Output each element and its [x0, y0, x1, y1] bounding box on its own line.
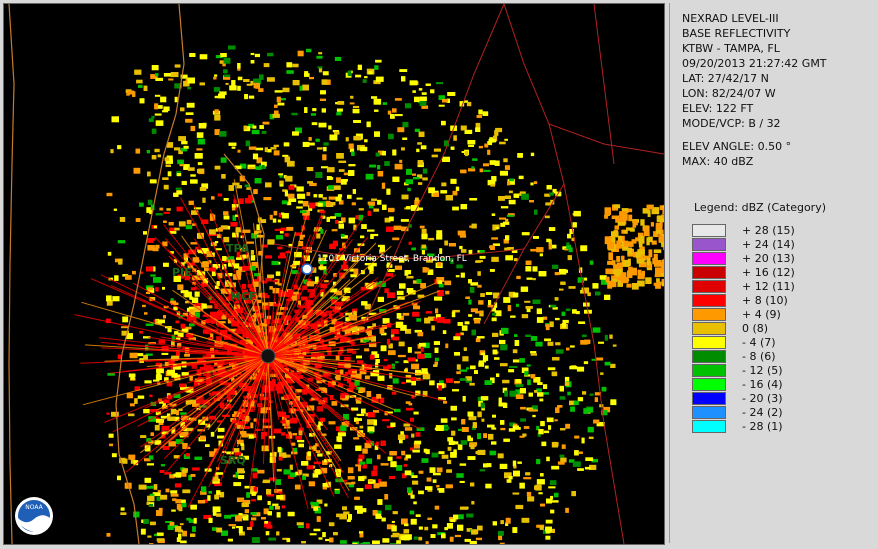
scan-datetime: 09/20/2013 21:27:42 GMT — [682, 57, 827, 70]
product-type: BASE REFLECTIVITY — [682, 27, 791, 40]
legend-swatch — [692, 280, 726, 293]
info-panel: NEXRAD LEVEL-III BASE REFLECTIVITY KTBW … — [669, 3, 874, 543]
legend-label: + 4 (9) — [742, 308, 781, 321]
legend-item: + 28 (15) — [692, 224, 862, 238]
legend-label: + 24 (14) — [742, 238, 795, 251]
legend-label: - 16 (4) — [742, 378, 783, 391]
station-lat: LAT: 27/42/17 N — [682, 72, 769, 85]
legend-swatch — [692, 350, 726, 363]
product-name: NEXRAD LEVEL-III — [682, 12, 779, 25]
legend-label: - 12 (5) — [742, 364, 783, 377]
legend-label: - 24 (2) — [742, 406, 783, 419]
legend-swatch — [692, 336, 726, 349]
legend-swatch — [692, 392, 726, 405]
city-label-srq: SRQ — [220, 454, 246, 467]
legend-label: + 8 (10) — [742, 294, 788, 307]
radar-map[interactable]: TPA PIE MCF SRQ 1101 Victoria Street, Br… — [3, 3, 665, 545]
legend-item: + 12 (11) — [692, 280, 862, 294]
city-label-mcf: MCF — [230, 290, 257, 303]
legend-label: - 20 (3) — [742, 392, 783, 405]
legend-label: + 20 (13) — [742, 252, 795, 265]
legend-swatch — [692, 294, 726, 307]
legend-item: 0 (8) — [692, 322, 862, 336]
mode-vcp: MODE/VCP: B / 32 — [682, 117, 781, 130]
legend-swatch — [692, 378, 726, 391]
legend-swatch — [692, 406, 726, 419]
legend-swatch — [692, 224, 726, 237]
station-name: KTBW - TAMPA, FL — [682, 42, 780, 55]
legend-swatch — [692, 266, 726, 279]
elev-angle: ELEV ANGLE: 0.50 ° — [682, 140, 792, 153]
legend-swatch — [692, 364, 726, 377]
legend-label: + 28 (15) — [742, 224, 795, 237]
legend-item: + 8 (10) — [692, 294, 862, 308]
legend-item: - 16 (4) — [692, 378, 862, 392]
noaa-logo: NOAA — [15, 497, 53, 535]
legend-label: - 28 (1) — [742, 420, 783, 433]
legend-label: + 16 (12) — [742, 266, 795, 279]
legend-swatch — [692, 308, 726, 321]
legend-item: + 4 (9) — [692, 308, 862, 322]
legend-item: - 8 (6) — [692, 350, 862, 364]
station-lon: LON: 82/24/07 W — [682, 87, 776, 100]
city-label-tpa: TPA — [226, 242, 250, 255]
legend-item: - 24 (2) — [692, 406, 862, 420]
legend-item: - 12 (5) — [692, 364, 862, 378]
radar-site-icon — [260, 348, 276, 364]
legend-item: + 16 (12) — [692, 266, 862, 280]
station-elev: ELEV: 122 FT — [682, 102, 754, 115]
location-pin-icon[interactable] — [301, 263, 313, 275]
legend-label: + 12 (11) — [742, 280, 795, 293]
legend-swatch — [692, 322, 726, 335]
max-dbz: MAX: 40 dBZ — [682, 155, 754, 168]
legend-swatch — [692, 420, 726, 433]
legend-item: + 20 (13) — [692, 252, 862, 266]
legend-label: 0 (8) — [742, 322, 769, 335]
legend-item: - 28 (1) — [692, 420, 862, 434]
legend-swatch — [692, 238, 726, 251]
legend-label: - 4 (7) — [742, 336, 776, 349]
legend-title: Legend: dBZ (Category) — [694, 201, 826, 214]
legend-item: - 4 (7) — [692, 336, 862, 350]
location-address-label: 1101 Victoria Street, Brandon, FL — [317, 254, 467, 264]
city-label-pie: PIE — [172, 266, 192, 279]
noaa-logo-text: NOAA — [25, 504, 43, 511]
legend-item: + 24 (14) — [692, 238, 862, 252]
radar-image[interactable]: TPA PIE MCF SRQ 1101 Victoria Street, Br… — [4, 4, 664, 544]
legend-label: - 8 (6) — [742, 350, 776, 363]
legend-item: - 20 (3) — [692, 392, 862, 406]
legend-swatch — [692, 252, 726, 265]
